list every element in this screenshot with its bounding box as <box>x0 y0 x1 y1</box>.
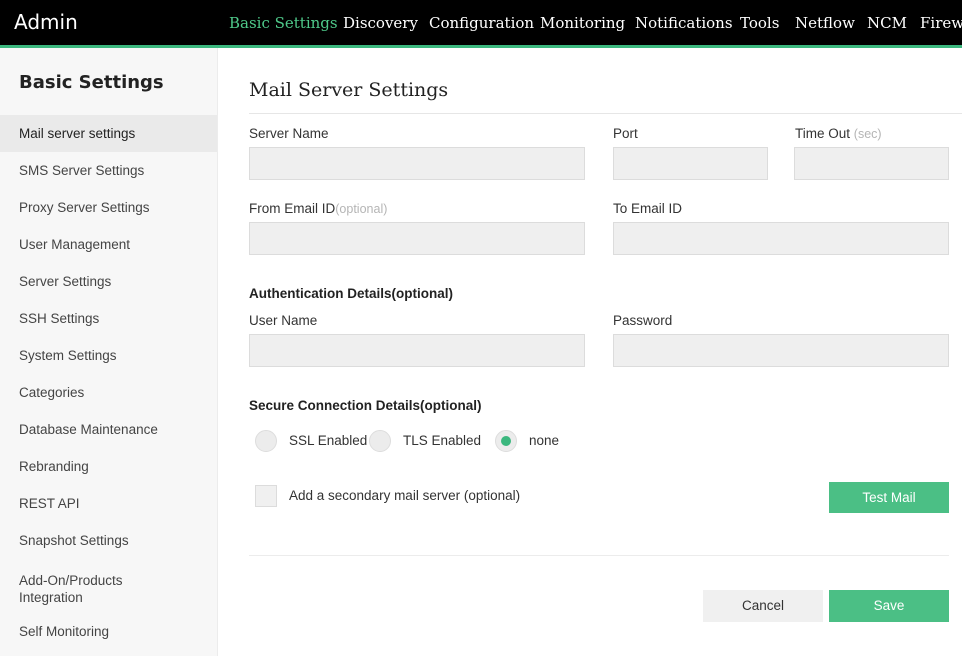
from-email-label: From Email ID(optional) <box>249 201 387 216</box>
from-email-label-text: From Email ID <box>249 201 336 216</box>
nav-ncm[interactable]: NCM <box>867 14 907 32</box>
ssl-radio[interactable] <box>255 430 277 452</box>
tls-radio[interactable] <box>369 430 391 452</box>
timeout-label-text: Time Out <box>795 126 851 141</box>
to-email-input[interactable] <box>613 222 949 255</box>
test-mail-button[interactable]: Test Mail <box>829 482 949 513</box>
nav-monitoring[interactable]: Monitoring <box>540 14 625 32</box>
server-name-label: Server Name <box>249 126 329 141</box>
auth-section-heading: Authentication Details(optional) <box>249 286 453 301</box>
password-label: Password <box>613 313 673 328</box>
nav-tools[interactable]: Tools <box>740 14 779 32</box>
sidebar-item-ssh-settings[interactable]: SSH Settings <box>0 300 217 337</box>
sidebar-item-sms-server[interactable]: SMS Server Settings <box>0 152 217 189</box>
username-label: User Name <box>249 313 318 328</box>
none-radio-label: none <box>529 433 560 448</box>
timeout-hint: (sec) <box>853 127 882 141</box>
sidebar: Basic Settings Mail server settings SMS … <box>0 48 218 656</box>
nav-configuration[interactable]: Configuration <box>429 14 534 32</box>
sidebar-item-system-settings[interactable]: System Settings <box>0 337 217 374</box>
brand-title: Admin <box>14 10 78 34</box>
from-email-hint: (optional) <box>335 202 388 216</box>
sidebar-item-user-management[interactable]: User Management <box>0 226 217 263</box>
timeout-label: Time Out (sec) <box>795 126 882 141</box>
nav-basic-settings[interactable]: Basic Settings <box>229 14 338 32</box>
from-email-input[interactable] <box>249 222 585 255</box>
nav-firewall[interactable]: Firewa <box>920 14 962 32</box>
timeout-input[interactable] <box>794 147 949 180</box>
sidebar-item-rest-api[interactable]: REST API <box>0 485 217 522</box>
top-navigation-bar: Admin Basic Settings Discovery Configura… <box>0 0 962 45</box>
ssl-radio-label: SSL Enabled <box>289 433 368 448</box>
sidebar-item-server-settings[interactable]: Server Settings <box>0 263 217 300</box>
sidebar-item-proxy-server[interactable]: Proxy Server Settings <box>0 189 217 226</box>
save-button[interactable]: Save <box>829 590 949 622</box>
port-input[interactable] <box>613 147 768 180</box>
cancel-button[interactable]: Cancel <box>703 590 823 622</box>
secure-section-heading: Secure Connection Details(optional) <box>249 398 482 413</box>
nav-notifications[interactable]: Notifications <box>635 14 733 32</box>
page-title: Mail Server Settings <box>249 79 449 101</box>
form-footer-divider <box>249 555 949 556</box>
password-input[interactable] <box>613 334 949 367</box>
sidebar-item-mail-server[interactable]: Mail server settings <box>0 115 217 152</box>
sidebar-item-database-maintenance[interactable]: Database Maintenance <box>0 411 217 448</box>
secondary-mail-label: Add a secondary mail server (optional) <box>289 488 521 503</box>
sidebar-item-categories[interactable]: Categories <box>0 374 217 411</box>
sidebar-item-rebranding[interactable]: Rebranding <box>0 448 217 485</box>
to-email-label: To Email ID <box>613 201 683 216</box>
sidebar-item-snapshot-settings[interactable]: Snapshot Settings <box>0 522 217 559</box>
nav-discovery[interactable]: Discovery <box>343 14 418 32</box>
title-divider <box>249 113 962 114</box>
tls-radio-label: TLS Enabled <box>403 433 482 448</box>
nav-netflow[interactable]: Netflow <box>795 14 855 32</box>
sidebar-item-self-monitoring[interactable]: Self Monitoring <box>0 613 217 650</box>
port-label: Port <box>613 126 638 141</box>
sidebar-title: Basic Settings <box>19 72 164 93</box>
username-input[interactable] <box>249 334 585 367</box>
server-name-input[interactable] <box>249 147 585 180</box>
none-radio[interactable] <box>495 430 517 452</box>
secondary-mail-checkbox[interactable] <box>255 485 277 507</box>
sidebar-item-addon-integration[interactable]: Add-On/Products Integration <box>0 569 140 606</box>
